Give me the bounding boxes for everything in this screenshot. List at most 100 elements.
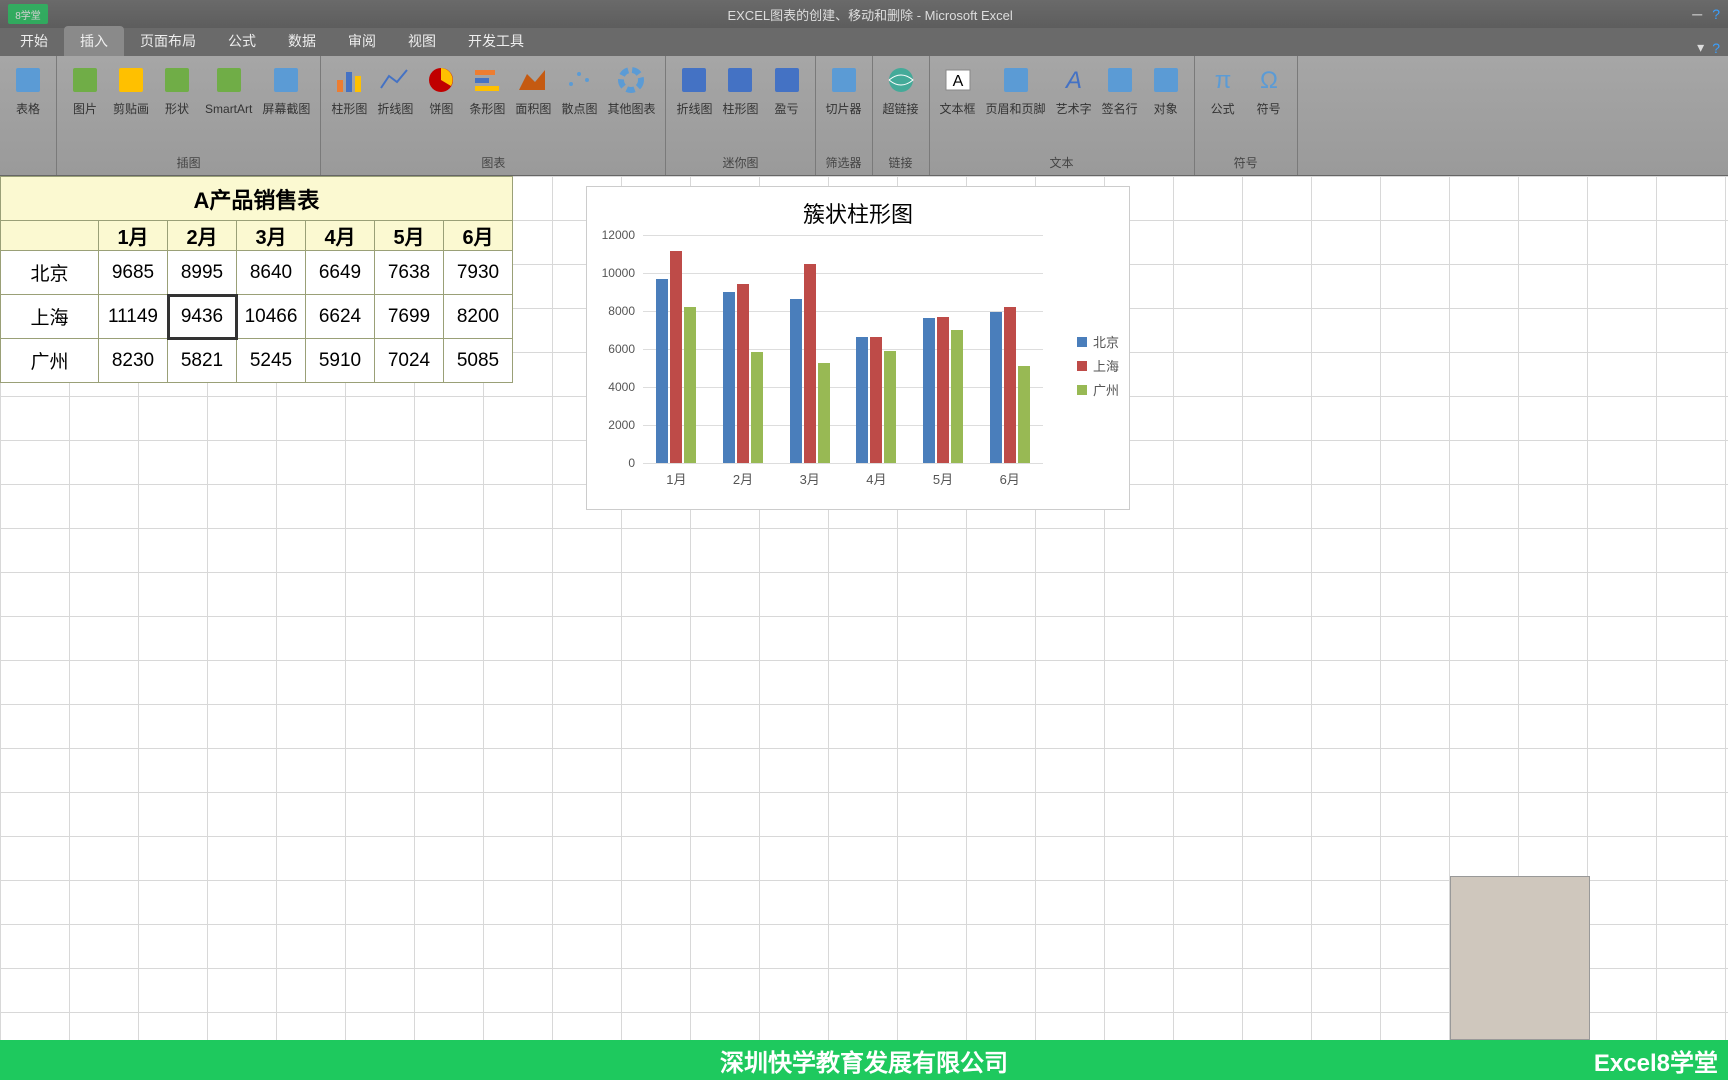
table-header[interactable]: 6月 [444,221,513,251]
table-corner[interactable] [1,221,99,251]
bar [870,337,882,463]
table-cell[interactable]: 7930 [444,251,513,295]
table-cell[interactable]: 5821 [168,339,237,383]
table-cell[interactable]: 10466 [237,295,306,339]
table-cell[interactable]: 5910 [306,339,375,383]
menu-tab-页面布局[interactable]: 页面布局 [124,26,212,56]
menu-tab-数据[interactable]: 数据 [272,26,332,56]
bar-group [776,264,843,463]
x-tick-label: 1月 [643,469,710,489]
ribbon-hyperlink-button[interactable]: 超链接 [879,60,923,118]
menu-tab-视图[interactable]: 视图 [392,26,452,56]
bar [684,307,696,463]
ribbon-clipart-button[interactable]: 剪贴画 [109,60,153,118]
ribbon-column-button[interactable]: 柱形图 [327,60,371,118]
table-cell[interactable]: 11149 [99,295,168,339]
ribbon-group-label: 图表 [327,152,659,173]
legend-swatch [1077,337,1087,347]
ribbon-group-label: 文本 [936,152,1188,173]
table-cell[interactable]: 7024 [375,339,444,383]
ribbon-slicer-button[interactable]: 切片器 [822,60,866,118]
menu-tab-插入[interactable]: 插入 [64,26,124,56]
ribbon-headerfooter-button[interactable]: 页眉和页脚 [982,60,1050,118]
table-row-header[interactable]: 北京 [1,251,99,295]
table-cell[interactable]: 7638 [375,251,444,295]
ribbon-pie-button[interactable]: 饼图 [419,60,463,118]
ribbon-other-button[interactable]: 其他图表 [603,60,659,118]
table-cell[interactable]: 8995 [168,251,237,295]
help-icon[interactable]: ? [1712,6,1720,22]
ribbon-label: 散点图 [561,102,597,116]
svg-text:A: A [952,73,963,90]
table-cell[interactable]: 8640 [237,251,306,295]
ribbon-swl-button[interactable]: 盈亏 [765,60,809,118]
app-logo: 8学堂 [8,4,48,24]
ribbon-tabs: 开始插入页面布局公式数据审阅视图开发工具 ▾ ? [0,28,1728,56]
ribbon-area-button[interactable]: 面积图 [511,60,555,118]
menu-tab-开发工具[interactable]: 开发工具 [452,26,540,56]
data-table[interactable]: A产品销售表1月2月3月4月5月6月北京96858995864066497638… [0,176,513,383]
ribbon-bar-button[interactable]: 条形图 [465,60,509,118]
table-cell[interactable]: 5245 [237,339,306,383]
ribbon-label: 其他图表 [607,102,655,116]
table-cell[interactable]: 8230 [99,339,168,383]
legend-swatch [1077,385,1087,395]
menu-tab-开始[interactable]: 开始 [4,26,64,56]
bar-icon [469,62,505,98]
bar [951,330,963,463]
ribbon-label: 折线图 [377,102,413,116]
bar [723,292,735,463]
ribbon-smartart-button[interactable]: SmartArt [201,60,256,118]
table-cell[interactable]: 6649 [306,251,375,295]
ribbon-object-button[interactable]: 对象 [1144,60,1188,118]
ribbon-shapes-button[interactable]: 形状 [155,60,199,118]
table-header[interactable]: 3月 [237,221,306,251]
scatter-icon [561,62,597,98]
bar [1018,366,1030,463]
ribbon-label: 页眉和页脚 [986,102,1046,116]
ribbon-screenshot-button[interactable]: 屏幕截图 [258,60,314,118]
menu-tab-审阅[interactable]: 审阅 [332,26,392,56]
table-cell[interactable]: 7699 [375,295,444,339]
ribbon-collapse-icon[interactable]: ▾ [1697,39,1704,56]
chart-container[interactable]: 簇状柱形图 020004000600080001000012000 1月2月3月… [586,186,1130,510]
ribbon-picture-button[interactable]: 图片 [63,60,107,118]
smartart-icon [211,62,247,98]
chart-plot-area [643,235,1043,463]
ribbon-label: SmartArt [205,102,252,116]
clipart-icon [113,62,149,98]
object-icon [1148,62,1184,98]
minimize-icon[interactable]: ─ [1692,6,1702,22]
table-title: A产品销售表 [1,177,513,221]
menu-tab-公式[interactable]: 公式 [212,26,272,56]
table-row-header[interactable]: 上海 [1,295,99,339]
ribbon-wordart-button[interactable]: A艺术字 [1052,60,1096,118]
table-header[interactable]: 4月 [306,221,375,251]
ribbon-line-button[interactable]: 折线图 [373,60,417,118]
table-header[interactable]: 5月 [375,221,444,251]
ribbon-sline-button[interactable]: 折线图 [672,60,716,118]
ribbon-table-button[interactable]: 表格 [6,60,50,118]
bar-group [643,251,710,463]
ribbon-label: 形状 [165,102,189,116]
svg-text:A: A [1064,67,1082,94]
ribbon-equation-button[interactable]: π公式 [1201,60,1245,118]
table-header[interactable]: 1月 [99,221,168,251]
ribbon-help-icon[interactable]: ? [1712,40,1720,56]
table-header[interactable]: 2月 [168,221,237,251]
other-icon [613,62,649,98]
table-cell[interactable]: 8200 [444,295,513,339]
ribbon-textbox-button[interactable]: A文本框 [936,60,980,118]
table-cell[interactable]: 5085 [444,339,513,383]
ribbon-scol-button[interactable]: 柱形图 [718,60,762,118]
titlebar: 8学堂 EXCEL图表的创建、移动和删除 - Microsoft Excel ─… [0,0,1728,28]
table-cell[interactable]: 9685 [99,251,168,295]
ribbon-symbol-button[interactable]: Ω符号 [1247,60,1291,118]
ribbon-signature-button[interactable]: 签名行 [1098,60,1142,118]
ribbon-scatter-button[interactable]: 散点图 [557,60,601,118]
table-cell[interactable]: 6624 [306,295,375,339]
ribbon: 表格图片剪贴画形状SmartArt屏幕截图插图柱形图折线图饼图条形图面积图散点图… [0,56,1728,176]
table-cell[interactable]: 9436 [168,295,237,339]
table-row-header[interactable]: 广州 [1,339,99,383]
svg-text:π: π [1214,67,1231,94]
